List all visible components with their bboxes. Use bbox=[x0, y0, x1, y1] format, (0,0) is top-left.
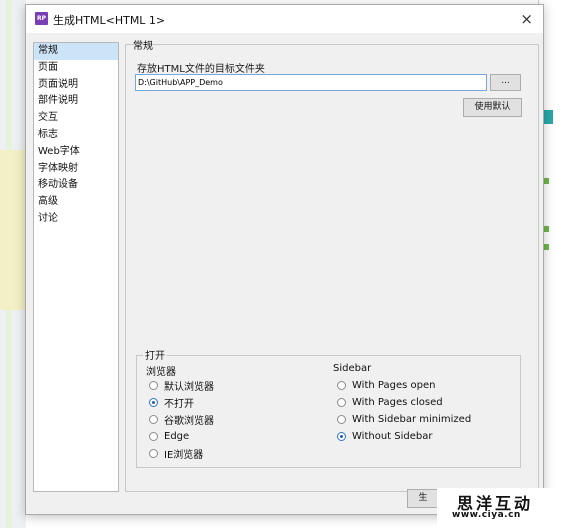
nav-item[interactable]: 讨论 bbox=[34, 211, 118, 228]
sidebar-option[interactable]: With Pages closed bbox=[337, 395, 443, 409]
radio-button[interactable] bbox=[149, 448, 158, 458]
sidebar-option[interactable]: Without Sidebar bbox=[337, 429, 432, 443]
axure-rp-icon: RP bbox=[35, 12, 48, 25]
browser-option[interactable]: IE浏览器 bbox=[149, 446, 204, 461]
ok-button[interactable]: 生 bbox=[407, 489, 439, 508]
nav-item[interactable]: 高级 bbox=[34, 194, 118, 211]
radio-button[interactable] bbox=[337, 397, 346, 407]
background-marker bbox=[543, 110, 553, 124]
dialog-titlebar: RP 生成HTML<HTML 1> × bbox=[26, 5, 543, 33]
nav-item[interactable]: 常规 bbox=[34, 43, 118, 60]
nav-item[interactable]: 字体映射 bbox=[34, 161, 118, 178]
nav-item[interactable]: 交互 bbox=[34, 110, 118, 127]
output-folder-input[interactable] bbox=[135, 74, 487, 91]
nav-item[interactable]: 页面说明 bbox=[34, 77, 118, 94]
browser-option[interactable]: 不打开 bbox=[149, 395, 194, 410]
nav-item[interactable]: 部件说明 bbox=[34, 93, 118, 110]
close-icon[interactable]: × bbox=[520, 10, 533, 28]
browser-option[interactable]: 谷歌浏览器 bbox=[149, 412, 214, 427]
nav-item[interactable]: 移动设备 bbox=[34, 177, 118, 194]
nav-item[interactable]: Web字体 bbox=[34, 144, 118, 161]
browse-button[interactable]: ... bbox=[490, 74, 521, 91]
folder-label: 存放HTML文件的目标文件夹 bbox=[137, 64, 265, 75]
background-app-left bbox=[0, 0, 26, 528]
radio-button[interactable] bbox=[337, 431, 346, 441]
radio-label: IE浏览器 bbox=[164, 449, 204, 461]
radio-label: Without Sidebar bbox=[352, 430, 433, 442]
section-title: 常规 bbox=[133, 41, 153, 52]
use-default-button[interactable]: 使用默认 bbox=[463, 98, 522, 117]
dialog-title: 生成HTML<HTML 1> bbox=[53, 14, 166, 27]
radio-label: 不打开 bbox=[164, 398, 194, 410]
nav-item[interactable]: 标志 bbox=[34, 127, 118, 144]
settings-nav-list: 常规 页面 页面说明 部件说明 交互 标志 Web字体 字体映射 移动设备 高级 讨论 bbox=[33, 42, 119, 492]
background-highlight bbox=[0, 150, 26, 310]
radio-button[interactable] bbox=[337, 380, 346, 390]
radio-button[interactable] bbox=[149, 431, 158, 441]
radio-label: With Sidebar minimized bbox=[352, 413, 472, 425]
radio-button[interactable] bbox=[149, 397, 158, 407]
sidebar-option[interactable]: With Pages open bbox=[337, 378, 435, 392]
radio-label: 默认浏览器 bbox=[164, 381, 214, 393]
radio-label: With Pages open bbox=[352, 379, 436, 391]
radio-button[interactable] bbox=[337, 414, 346, 424]
radio-label: 谷歌浏览器 bbox=[164, 415, 214, 427]
sidebar-option[interactable]: With Sidebar minimized bbox=[337, 412, 471, 426]
radio-button[interactable] bbox=[149, 380, 158, 390]
radio-label: With Pages closed bbox=[352, 396, 443, 408]
watermark: 思洋互动 www.ciya.cn bbox=[437, 488, 561, 528]
watermark-url: www.ciya.cn bbox=[452, 510, 521, 520]
open-group-title: 打开 bbox=[143, 347, 167, 362]
browser-heading: 浏览器 bbox=[146, 367, 176, 378]
radio-button[interactable] bbox=[149, 414, 158, 424]
sidebar-heading: Sidebar bbox=[333, 363, 372, 374]
browser-option[interactable]: 默认浏览器 bbox=[149, 378, 214, 393]
nav-item[interactable]: 页面 bbox=[34, 60, 118, 77]
browser-option[interactable]: Edge bbox=[149, 429, 189, 443]
radio-label: Edge bbox=[164, 430, 190, 442]
